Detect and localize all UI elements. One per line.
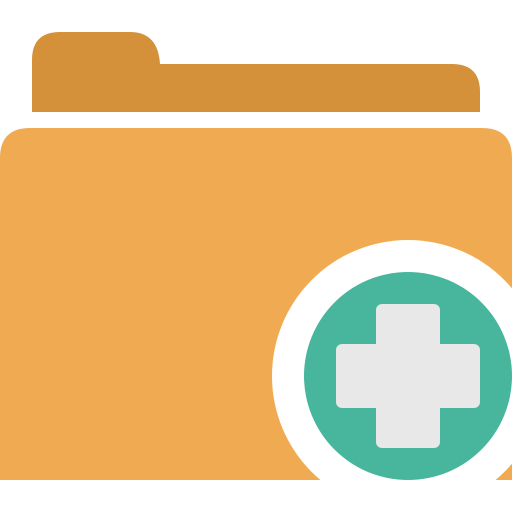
folder-add-icon [0, 32, 512, 512]
icon-canvas [0, 0, 512, 512]
folder-back-tab [32, 32, 480, 112]
plus-horizontal-bar [336, 344, 480, 408]
